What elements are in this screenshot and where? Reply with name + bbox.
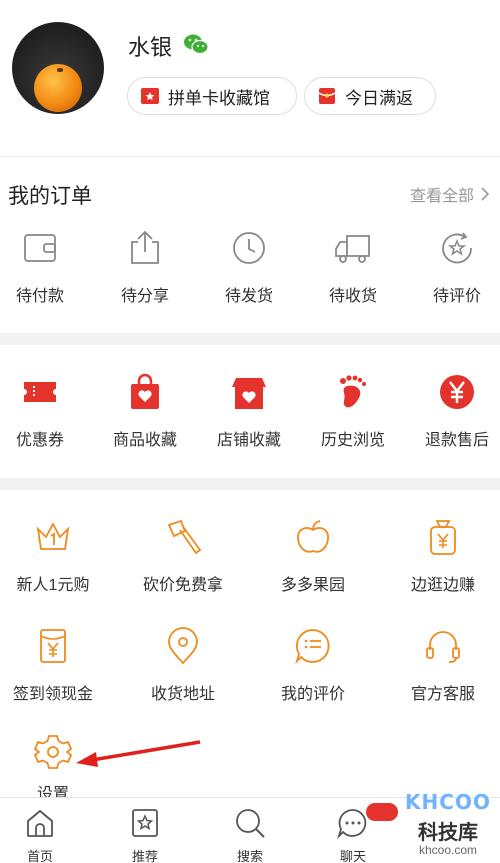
apple-icon bbox=[297, 520, 329, 553]
section-separator bbox=[0, 478, 500, 490]
shortcut-browsing-history[interactable]: 历史浏览 bbox=[303, 372, 403, 450]
shortcut-label: 店铺收藏 bbox=[216, 432, 281, 449]
chat-icon bbox=[337, 809, 367, 840]
tab-label: 推荐 bbox=[131, 849, 158, 863]
section-separator bbox=[0, 333, 500, 345]
service-orchard[interactable]: 多多果园 bbox=[263, 517, 363, 595]
avatar-stem bbox=[57, 68, 63, 72]
order-label: 待分享 bbox=[120, 288, 169, 305]
order-pending-shipment[interactable]: 待发货 bbox=[199, 228, 299, 306]
coupon-icon bbox=[24, 382, 56, 402]
divider bbox=[0, 156, 500, 157]
rebate-pill-label: 今日满返 bbox=[345, 88, 413, 108]
service-label: 我的评价 bbox=[280, 686, 345, 703]
wallet-icon bbox=[24, 234, 56, 262]
service-bargain-free[interactable]: 砍价免费拿 bbox=[133, 517, 233, 595]
shortcut-refund-aftersales[interactable]: 退款售后 bbox=[407, 372, 500, 450]
shortcut-product-favorites[interactable]: 商品收藏 bbox=[95, 372, 195, 450]
service-my-reviews[interactable]: 我的评价 bbox=[263, 626, 363, 704]
avatar[interactable] bbox=[12, 22, 104, 114]
order-pending-payment[interactable]: 待付款 bbox=[0, 228, 90, 306]
service-checkin-cash[interactable]: 签到领现金 bbox=[3, 626, 103, 704]
comment-icon bbox=[295, 629, 330, 665]
tab-label: 首页 bbox=[26, 849, 53, 863]
service-label: 边逛边赚 bbox=[410, 577, 475, 594]
view-all-label: 查看全部 bbox=[409, 188, 474, 205]
tab-home[interactable]: 首页 bbox=[0, 806, 80, 863]
shortcut-label: 历史浏览 bbox=[320, 432, 385, 449]
shortcut-label: 优惠券 bbox=[15, 432, 64, 449]
axe-icon bbox=[167, 519, 202, 555]
shortcut-coupons[interactable]: 优惠券 bbox=[0, 372, 90, 450]
tab-search[interactable]: 搜索 bbox=[210, 806, 290, 863]
chat-unread-badge bbox=[366, 803, 398, 821]
red-envelope-icon bbox=[318, 88, 336, 104]
watermark-url: khcoo.com bbox=[418, 843, 478, 857]
service-label: 新人1元购 bbox=[16, 577, 90, 594]
service-label: 签到领现金 bbox=[12, 686, 93, 703]
shortcut-label: 商品收藏 bbox=[112, 432, 177, 449]
watermark-name: 科技库 bbox=[418, 822, 478, 844]
shortcut-store-favorites[interactable]: 店铺收藏 bbox=[199, 372, 299, 450]
shortcut-label: 退款售后 bbox=[424, 432, 489, 449]
order-label: 待收货 bbox=[328, 288, 377, 305]
headset-icon bbox=[426, 631, 460, 663]
order-label: 待评价 bbox=[432, 288, 481, 305]
refund-yen-icon bbox=[440, 375, 474, 409]
collection-pill-label: 拼单卡收藏馆 bbox=[168, 88, 270, 108]
money-bag-icon bbox=[430, 520, 456, 555]
service-label: 收货地址 bbox=[150, 686, 215, 703]
share-icon bbox=[131, 230, 159, 264]
collection-pill-button[interactable]: 拼单卡收藏馆 bbox=[127, 77, 297, 115]
cash-envelope-icon bbox=[40, 629, 66, 663]
orders-title: 我的订单 bbox=[8, 185, 92, 208]
review-icon bbox=[442, 232, 472, 264]
tab-label: 搜索 bbox=[236, 849, 263, 863]
home-icon bbox=[27, 810, 53, 837]
service-label: 多多果园 bbox=[280, 577, 345, 594]
order-pending-review[interactable]: 待评价 bbox=[407, 228, 500, 306]
service-shipping-address[interactable]: 收货地址 bbox=[133, 626, 233, 704]
truck-icon bbox=[335, 235, 370, 263]
view-all-orders-link[interactable]: 查看全部 bbox=[410, 182, 490, 206]
watermark: KHCOO 科技库 khcoo.com bbox=[398, 790, 498, 863]
watermark-logo: KHCOO bbox=[405, 790, 491, 814]
crown-icon bbox=[36, 522, 70, 550]
service-label: 官方客服 bbox=[410, 686, 475, 703]
bag-heart-icon bbox=[131, 373, 159, 409]
order-label: 待发货 bbox=[224, 288, 273, 305]
wechat-icon bbox=[184, 34, 209, 55]
tab-label: 聊天 bbox=[339, 849, 366, 863]
search-icon bbox=[236, 809, 265, 838]
service-label: 砍价免费拿 bbox=[142, 577, 223, 594]
tab-recommend[interactable]: 推荐 bbox=[105, 806, 185, 863]
recommend-icon bbox=[132, 809, 158, 837]
order-pending-receipt[interactable]: 待收货 bbox=[303, 228, 403, 306]
service-newbie-1yuan[interactable]: 新人1元购 bbox=[3, 517, 103, 595]
card-icon bbox=[141, 88, 159, 104]
rebate-pill-button[interactable]: 今日满返 bbox=[304, 77, 436, 115]
service-customer-support[interactable]: 官方客服 bbox=[393, 626, 493, 704]
username: 水银 bbox=[128, 35, 173, 60]
service-browse-earn[interactable]: 边逛边赚 bbox=[393, 517, 493, 595]
gear-icon bbox=[34, 735, 72, 769]
order-pending-share[interactable]: 待分享 bbox=[95, 228, 195, 306]
annotation-arrow-icon bbox=[76, 740, 201, 767]
clock-icon bbox=[233, 232, 265, 264]
location-icon bbox=[168, 627, 198, 665]
order-label: 待付款 bbox=[15, 288, 64, 305]
footprint-icon bbox=[340, 375, 366, 408]
store-heart-icon bbox=[232, 378, 266, 409]
profile-header: 水银 拼单卡收藏馆 今日满返 bbox=[0, 0, 500, 150]
chevron-right-icon bbox=[481, 187, 490, 201]
